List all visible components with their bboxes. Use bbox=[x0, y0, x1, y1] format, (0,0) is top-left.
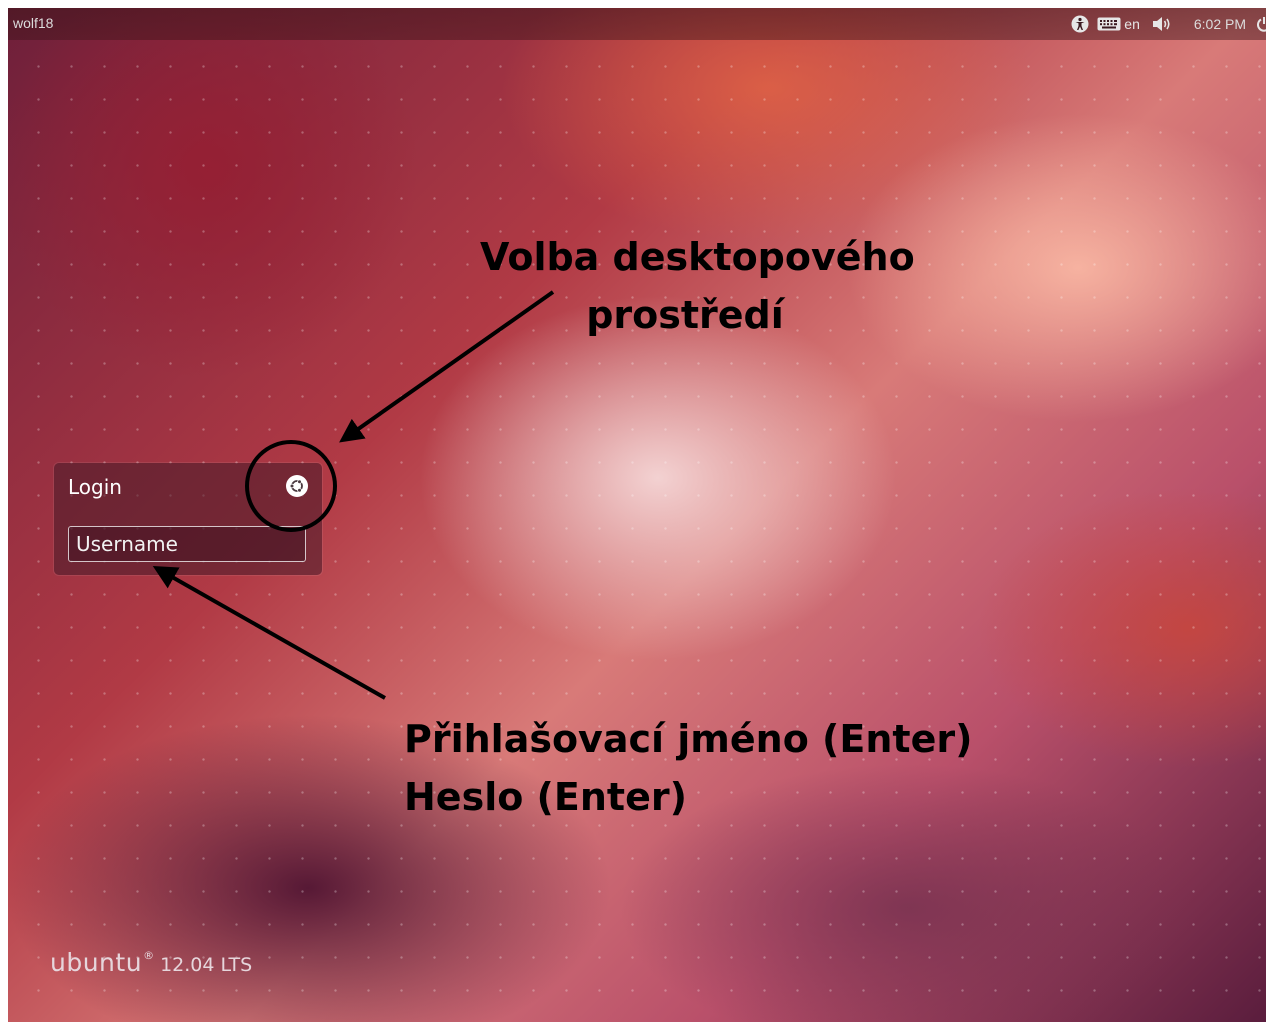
login-annotation-line1: Přihlašovací jméno (Enter) bbox=[404, 717, 973, 761]
ubuntu-session-icon bbox=[289, 479, 303, 493]
keyboard-indicator[interactable]: en bbox=[1097, 16, 1140, 32]
session-selector-button[interactable] bbox=[286, 475, 308, 497]
ubuntu-logo: ubuntu® 12.04 LTS bbox=[50, 948, 252, 977]
keyboard-icon bbox=[1097, 17, 1121, 31]
clock-label[interactable]: 6:02 PM bbox=[1194, 16, 1246, 32]
keyboard-layout-label: en bbox=[1124, 16, 1140, 32]
hostname-label: wolf18 bbox=[13, 15, 54, 31]
volume-icon[interactable] bbox=[1152, 16, 1172, 32]
session-annotation-line1: Volba desktopového bbox=[480, 235, 915, 279]
login-title: Login bbox=[68, 475, 122, 499]
brand-name: ubuntu bbox=[50, 948, 143, 977]
login-annotation: Přihlašovací jméno (Enter) Heslo (Enter) bbox=[404, 710, 972, 826]
login-screen: wolf18 en 6:02 PM Login Username ubuntu®… bbox=[8, 8, 1266, 1022]
username-field[interactable] bbox=[68, 526, 306, 562]
panel-indicators: en 6:02 PM bbox=[1063, 8, 1266, 40]
accessibility-icon[interactable] bbox=[1071, 15, 1089, 33]
top-panel: wolf18 en 6:02 PM bbox=[8, 8, 1266, 40]
session-annotation-line2: prostředí bbox=[586, 293, 784, 337]
session-annotation: Volba desktopového prostředí bbox=[480, 228, 915, 344]
username-arrow bbox=[152, 566, 386, 700]
power-icon[interactable] bbox=[1256, 16, 1266, 32]
login-box: Login bbox=[54, 463, 322, 575]
login-annotation-line2: Heslo (Enter) bbox=[404, 775, 687, 819]
brand-version: 12.04 LTS bbox=[160, 954, 253, 976]
registered-mark: ® bbox=[143, 949, 155, 962]
